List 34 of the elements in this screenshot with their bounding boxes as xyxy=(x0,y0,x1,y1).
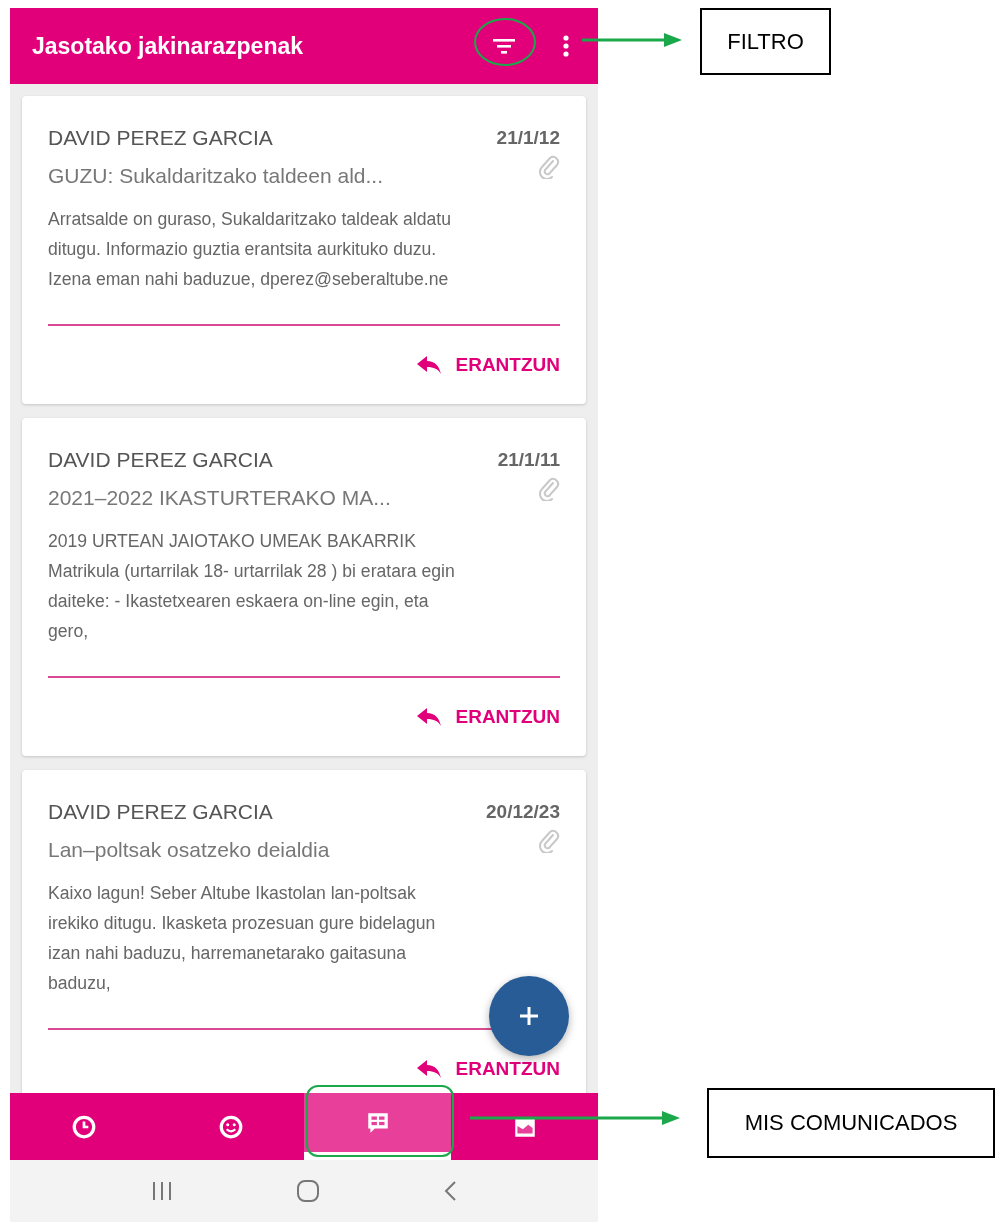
nav-tab[interactable] xyxy=(304,1093,451,1160)
sender-name: DAVID PEREZ GARCIA xyxy=(48,126,273,150)
reply-icon xyxy=(415,707,442,727)
message-preview: Kaixo lagun! Seber Altube Ikastolan lan-poltsak irekiko ditugu. Ikasketa prozesuan gure bidelagun izan nahi baduzu, harremanetarako gaitasuna baduzu, xyxy=(48,882,437,995)
screen-title: Jasotako jakinarazpenak xyxy=(32,32,305,60)
highlight-ring xyxy=(474,18,536,66)
message-card[interactable] xyxy=(22,418,586,756)
smiley-icon xyxy=(217,1113,244,1140)
recent-apps-icon xyxy=(151,1181,174,1201)
home-icon xyxy=(296,1179,320,1203)
sender-name: DAVID PEREZ GARCIA xyxy=(48,448,273,472)
reply-button[interactable]: ERANTZUN xyxy=(415,354,560,376)
more-icon xyxy=(562,34,570,58)
message-card[interactable] xyxy=(22,770,586,1093)
message-subject: 2021–2022 IKASTURTERAKO MA... xyxy=(48,486,391,510)
annotation-label: MIS COMUNICADOS xyxy=(707,1088,995,1158)
clock-icon xyxy=(70,1113,97,1140)
message-date: 21/1/11 xyxy=(497,449,560,471)
reply-button[interactable]: ERANTZUN xyxy=(415,706,560,728)
message-subject: GUZU: Sukaldaritzako taldeen ald... xyxy=(48,164,383,188)
plus-icon xyxy=(518,1005,540,1027)
message-date: 20/12/23 xyxy=(486,801,560,823)
filter-icon xyxy=(492,37,516,55)
message-preview: Arratsalde on guraso, Sukaldaritzako taldeak aldatu ditugu. Informazio guztia erantsita aurkituko duzu. Izena eman nahi baduzue, dperez@seberaltube.ne xyxy=(48,208,452,291)
back-icon xyxy=(442,1180,457,1202)
sender-name: DAVID PEREZ GARCIA xyxy=(48,800,273,824)
message-preview: 2019 URTEAN JAIOTAKO UMEAK BAKARRIK Matrikula (urtarrilak 18- urtarrilak 28 ) bi eratara egin daiteke: - Ikastetxearen eskaera on-line egin, eta gero, xyxy=(48,530,456,643)
message-card[interactable] xyxy=(22,96,586,404)
reply-icon xyxy=(415,355,442,375)
reply-icon xyxy=(415,1059,442,1079)
message-subject: Lan–poltsak osatzeko deialdia xyxy=(48,838,330,862)
reply-button[interactable]: ERANTZUN xyxy=(415,1058,560,1080)
message-date: 21/1/12 xyxy=(496,127,560,149)
annotation-label: FILTRO xyxy=(700,8,831,75)
